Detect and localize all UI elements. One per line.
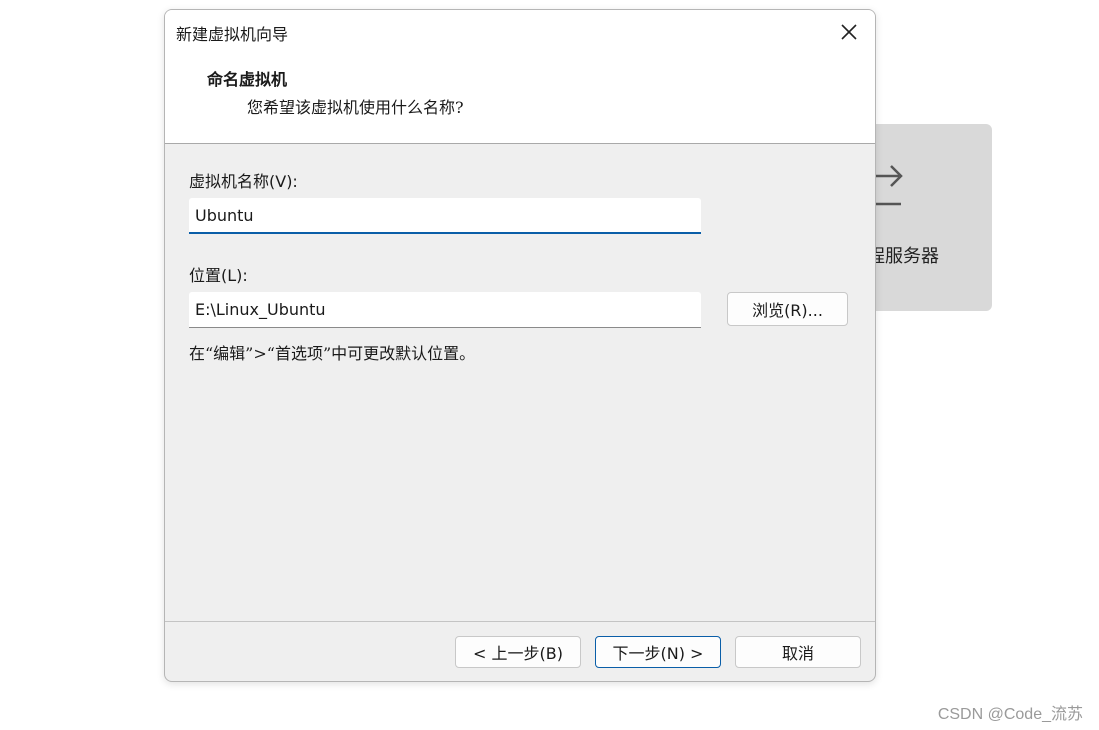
dialog-title: 新建虚拟机向导 <box>176 25 289 44</box>
dialog-header: 新建虚拟机向导 命名虚拟机 您希望该虚拟机使用什么名称? <box>165 10 875 144</box>
close-icon <box>841 24 857 40</box>
location-hint: 在“编辑”>“首选项”中可更改默认位置。 <box>189 344 476 363</box>
new-vm-wizard-dialog: 新建虚拟机向导 命名虚拟机 您希望该虚拟机使用什么名称? 虚拟机名称(V): 位… <box>164 9 876 682</box>
cancel-button[interactable]: 取消 <box>735 636 861 668</box>
next-button[interactable]: 下一步(N) > <box>595 636 721 668</box>
location-input[interactable] <box>189 292 701 328</box>
watermark: CSDN @Code_流苏 <box>937 706 1083 723</box>
section-subtitle: 您希望该虚拟机使用什么名称? <box>247 98 464 117</box>
background-card-label: 程服务器 <box>867 246 939 267</box>
location-label: 位置(L): <box>189 266 248 285</box>
screen: 程服务器 新建虚拟机向导 命名虚拟机 您希望该虚拟机使用什么名称? 虚拟机名称(… <box>0 0 1099 730</box>
close-button[interactable] <box>833 18 865 46</box>
section-title: 命名虚拟机 <box>207 70 288 89</box>
vm-name-input[interactable] <box>189 198 701 234</box>
vm-name-label: 虚拟机名称(V): <box>189 172 298 191</box>
upload-arrow-icon <box>873 165 903 206</box>
back-button[interactable]: < 上一步(B) <box>455 636 581 668</box>
footer-divider <box>165 621 875 622</box>
browse-button[interactable]: 浏览(R)... <box>727 292 848 326</box>
